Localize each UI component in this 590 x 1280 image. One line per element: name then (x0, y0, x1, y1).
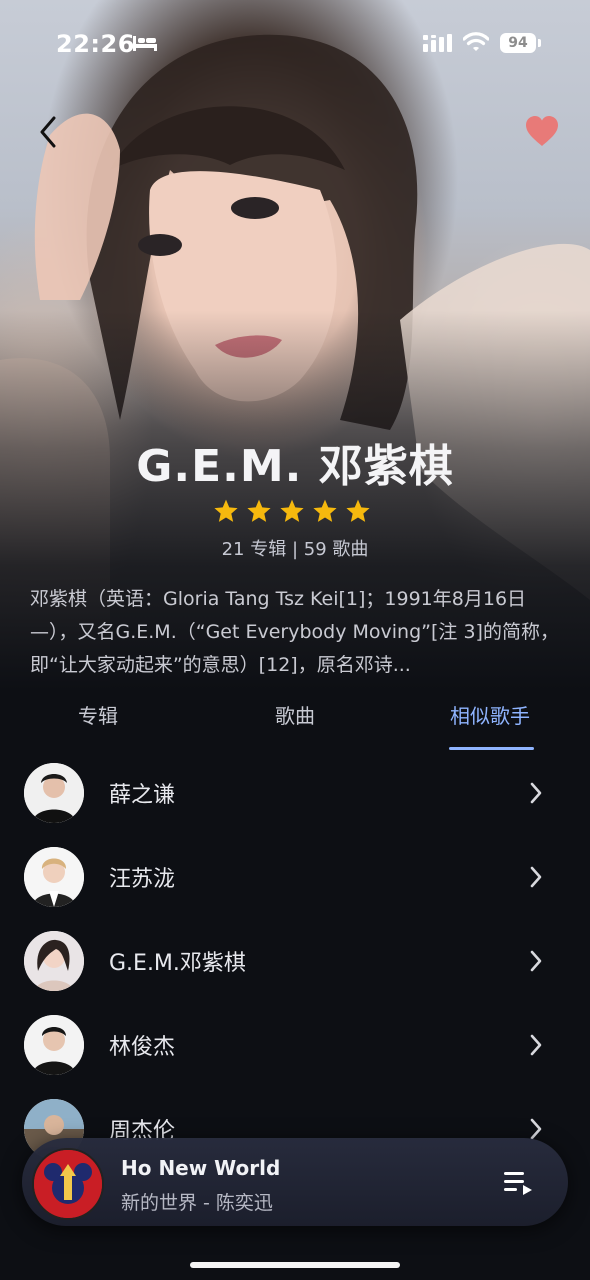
signal-icon (423, 34, 452, 52)
artist-bio[interactable]: 邓紫棋（英语：Gloria Tang Tsz Kei[1]；1991年8月16日… (30, 583, 560, 682)
tab-bar: 专辑 歌曲 相似歌手 (0, 690, 590, 750)
playlist-button[interactable] (502, 1168, 536, 1198)
tab-albums[interactable]: 专辑 (78, 700, 118, 729)
list-item[interactable]: 汪苏泷 (0, 837, 590, 921)
artist-name-label: 林俊杰 (109, 1035, 176, 1060)
list-item[interactable]: 林俊杰 (0, 1005, 590, 1089)
star-icon (313, 499, 337, 522)
status-time: 22:26 (56, 30, 135, 58)
chevron-left-icon (40, 116, 56, 148)
bed-icon (133, 36, 157, 51)
chevron-right-icon (530, 866, 542, 888)
wifi-icon (463, 32, 489, 51)
chevron-right-icon (530, 782, 542, 804)
album-cover[interactable] (32, 1148, 104, 1220)
tab-songs[interactable]: 歌曲 (275, 700, 315, 729)
heart-icon (526, 116, 558, 146)
star-icon (280, 499, 304, 522)
playlist-icon (504, 1172, 532, 1195)
artist-name-label: 薛之谦 (109, 783, 176, 808)
rating-stars (213, 498, 383, 530)
chevron-right-icon (530, 1034, 542, 1056)
battery-cap (538, 39, 541, 47)
favorite-button[interactable] (522, 112, 562, 152)
chevron-right-icon (530, 950, 542, 972)
active-tab-indicator (449, 747, 534, 750)
artist-name: G.E.M. 邓紫棋 (136, 441, 454, 492)
now-playing-subtitle: 新的世界 - 陈奕迅 (121, 1192, 273, 1214)
artist-name-label: G.E.M.邓紫棋 (109, 951, 246, 976)
now-playing-title: Ho New World (121, 1156, 281, 1180)
list-item[interactable]: G.E.M.邓紫棋 (0, 921, 590, 1005)
avatar (24, 847, 84, 907)
star-icon (247, 499, 271, 522)
mini-player[interactable]: Ho New World 新的世界 - 陈奕迅 (22, 1138, 568, 1226)
avatar (24, 763, 84, 823)
back-button[interactable] (30, 110, 70, 154)
avatar (24, 1015, 84, 1075)
avatar (24, 931, 84, 991)
status-bar: 22:26 94 (0, 0, 590, 90)
artist-stats: 21 专辑 | 59 歌曲 (221, 539, 369, 560)
artist-name-label: 汪苏泷 (109, 867, 176, 892)
star-icon (214, 499, 238, 522)
list-item[interactable]: 薛之谦 (0, 753, 590, 837)
battery-icon: 94 (500, 33, 536, 53)
star-icon (346, 499, 370, 522)
home-indicator[interactable] (190, 1262, 400, 1268)
tab-similar-artists[interactable]: 相似歌手 (450, 700, 530, 729)
